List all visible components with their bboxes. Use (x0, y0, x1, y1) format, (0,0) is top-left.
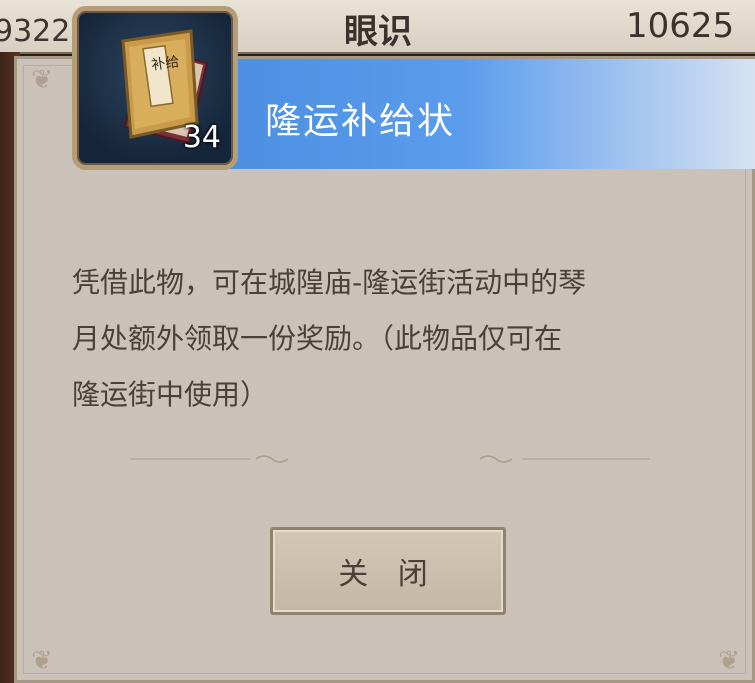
background-number-left: 9322 (0, 14, 71, 49)
item-description: 凭借此物，可在城隍庙-隆运街活动中的琴 月处额外领取一份奖励。（此物品仅可在 隆… (72, 255, 712, 423)
description-line: 月处额外领取一份奖励。（此物品仅可在 (72, 322, 563, 355)
background-title: 眼识 (344, 12, 412, 52)
close-button-label: 关 闭 (338, 557, 438, 592)
description-line: 隆运街中使用） (72, 378, 269, 411)
description-line: 凭借此物，可在城隍庙-隆运街活动中的琴 (72, 266, 587, 299)
ornamental-divider (130, 455, 650, 463)
close-button[interactable]: 关 闭 (270, 527, 506, 615)
dialog-title: 隆运补给状 (265, 101, 456, 142)
item-count: 34 (182, 120, 221, 155)
background-number-right: 10625 (626, 6, 735, 46)
corner-ornament-icon: ❦ (31, 646, 53, 676)
corner-ornament-icon: ❦ (31, 65, 53, 95)
corner-ornament-icon: ❦ (718, 646, 740, 676)
item-icon-frame: 补给 34 (72, 6, 238, 170)
